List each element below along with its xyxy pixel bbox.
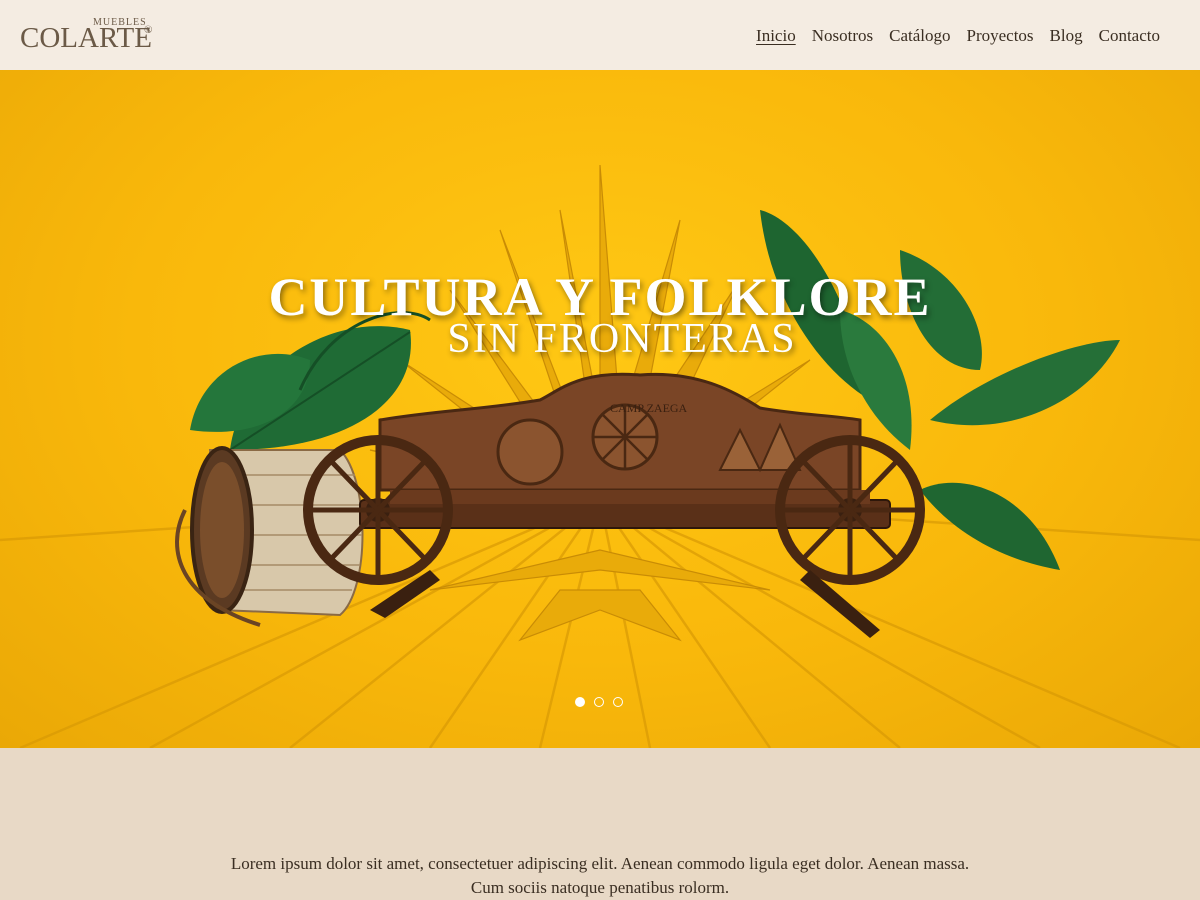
registered-mark: ®	[144, 24, 153, 36]
logo-wordmark: COLARTE	[20, 22, 152, 54]
nav-link-inicio[interactable]: Inicio	[756, 26, 796, 46]
hero-slider: CAMP ZAEGA CULTURA Y FOLKLORE SIN FRONTE…	[0, 70, 1200, 748]
slider-dot-2[interactable]	[594, 697, 604, 707]
site-header: MUEBLES COLARTE ® Inicio Nosotros Catálo…	[0, 0, 1200, 70]
slider-dot-1[interactable]	[575, 697, 585, 707]
nav-link-contacto[interactable]: Contacto	[1099, 26, 1160, 46]
nav-link-blog[interactable]: Blog	[1050, 26, 1083, 46]
main-nav: Inicio Nosotros Catálogo Proyectos Blog …	[756, 26, 1160, 46]
nav-link-catalogo[interactable]: Catálogo	[889, 26, 950, 46]
nav-link-nosotros[interactable]: Nosotros	[812, 26, 873, 46]
brand-logo[interactable]: MUEBLES COLARTE ®	[20, 14, 160, 54]
hero-subtitle: SIN FRONTERAS	[447, 316, 797, 362]
bench-carving: CAMP ZAEGA	[610, 401, 688, 415]
barrel-furniture	[175, 446, 364, 627]
intro-paragraph: Lorem ipsum dolor sit amet, consectetuer…	[230, 854, 970, 897]
hero-image: CAMP ZAEGA	[0, 164, 1200, 748]
intro-section: Lorem ipsum dolor sit amet, consectetuer…	[0, 748, 1200, 900]
slider-dot-3[interactable]	[613, 697, 623, 707]
slider-pagination	[575, 697, 623, 707]
nav-link-proyectos[interactable]: Proyectos	[967, 26, 1034, 46]
